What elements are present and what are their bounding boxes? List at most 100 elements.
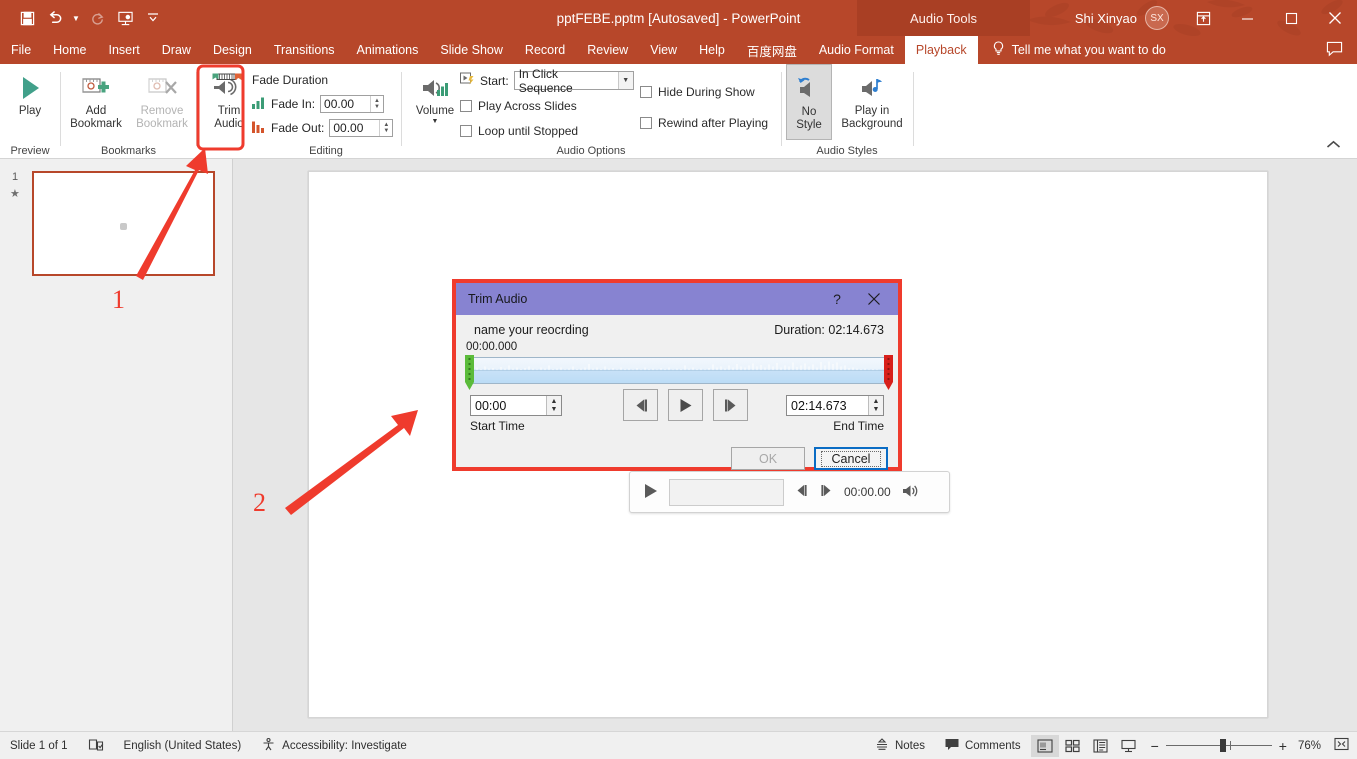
avatar[interactable]: SX xyxy=(1145,6,1169,30)
notes-button[interactable]: Notes xyxy=(865,732,935,759)
chevron-down-icon[interactable]: ▼ xyxy=(617,72,633,89)
tell-me-text[interactable]: Tell me what you want to do xyxy=(1012,43,1166,57)
transport-controls[interactable] xyxy=(623,389,748,421)
audio-progress-bar[interactable] xyxy=(669,478,784,506)
fade-in-stepper[interactable]: ▲▼ xyxy=(320,95,385,113)
trim-end-handle[interactable] xyxy=(884,355,893,390)
tab-animations[interactable]: Animations xyxy=(346,36,430,64)
save-icon[interactable] xyxy=(14,5,40,31)
step-forward-icon[interactable] xyxy=(819,484,834,500)
loop-until-stopped-checkbox[interactable]: Loop until Stopped xyxy=(460,124,578,138)
animation-marker-icon[interactable]: ★ xyxy=(10,187,20,200)
previous-frame-button[interactable] xyxy=(623,389,658,421)
comments-button[interactable]: Comments xyxy=(935,732,1031,759)
minimize-button[interactable] xyxy=(1225,0,1269,36)
tab-insert[interactable]: Insert xyxy=(98,36,151,64)
chevron-up-icon[interactable] xyxy=(1326,137,1341,152)
trim-start-handle[interactable] xyxy=(465,355,474,390)
play-in-background-button[interactable]: Play in Background xyxy=(834,64,910,131)
fade-out-stepper[interactable]: ▲▼ xyxy=(329,119,394,137)
undo-dropdown-icon[interactable]: ▼ xyxy=(70,5,82,31)
start-dropdown[interactable]: In Click Sequence ▼ xyxy=(513,67,634,95)
slide-indicator[interactable]: Slide 1 of 1 xyxy=(0,732,78,759)
checkbox-box[interactable] xyxy=(460,125,472,137)
view-buttons[interactable] xyxy=(1030,734,1143,757)
next-frame-button[interactable] xyxy=(713,389,748,421)
slide-thumbnail-pane[interactable]: 1 ★ xyxy=(0,159,233,731)
volume-button[interactable]: Volume ▼ xyxy=(407,64,463,125)
tab-review[interactable]: Review xyxy=(576,36,639,64)
quick-access-toolbar[interactable]: ▼ xyxy=(0,0,166,36)
comments-share-icon[interactable] xyxy=(1326,41,1343,60)
dialog-buttons[interactable]: OK Cancel xyxy=(731,447,888,470)
account-name[interactable]: Shi Xinyao xyxy=(1075,11,1137,26)
play-across-slides-checkbox[interactable]: Play Across Slides xyxy=(460,99,577,113)
audio-playback-control[interactable]: 00:00.00 xyxy=(629,471,950,513)
undo-icon[interactable] xyxy=(42,5,68,31)
tab-view[interactable]: View xyxy=(639,36,688,64)
tab-transitions[interactable]: Transitions xyxy=(263,36,346,64)
customize-qat-icon[interactable] xyxy=(140,5,166,31)
tab-playback[interactable]: Playback xyxy=(904,36,978,64)
play-button[interactable] xyxy=(668,389,703,421)
end-time-input[interactable] xyxy=(787,396,868,415)
start-time-input[interactable] xyxy=(471,396,546,415)
step-back-icon[interactable] xyxy=(794,484,809,500)
rewind-after-playing-checkbox[interactable]: Rewind after Playing xyxy=(640,116,768,130)
end-time-field[interactable]: ▲▼ xyxy=(786,395,884,416)
tab-file[interactable]: File xyxy=(0,36,42,64)
close-icon[interactable] xyxy=(858,283,890,315)
start-slideshow-icon[interactable] xyxy=(112,5,138,31)
redo-icon[interactable] xyxy=(84,5,110,31)
zoom-level[interactable]: 76% xyxy=(1298,740,1321,752)
zoom-slider[interactable]: − + 76% xyxy=(1143,737,1357,754)
tab-design[interactable]: Design xyxy=(202,36,263,64)
add-bookmark-button[interactable]: Add Bookmark xyxy=(65,64,127,131)
help-icon[interactable]: ? xyxy=(824,283,850,315)
ribbon-tab-bar[interactable]: File Home Insert Draw Design Transitions… xyxy=(0,36,1357,64)
volume-dropdown-icon[interactable]: ▼ xyxy=(432,118,439,125)
zoom-out-button[interactable]: − xyxy=(1151,738,1159,754)
accessibility-status[interactable]: Accessibility: Investigate xyxy=(251,732,417,759)
slideshow-button[interactable] xyxy=(1115,735,1143,757)
slide-sorter-button[interactable] xyxy=(1059,735,1087,757)
end-time-spin-arrows[interactable]: ▲ ▼ xyxy=(868,396,883,415)
fade-out-spin-arrows[interactable]: ▲ ▼ xyxy=(379,120,393,136)
tab-audio-format[interactable]: Audio Format xyxy=(808,36,905,64)
zoom-track[interactable] xyxy=(1165,739,1272,752)
tell-me-search[interactable]: Tell me what you want to do xyxy=(978,36,1166,64)
zoom-in-button[interactable]: + xyxy=(1279,738,1287,754)
play-icon[interactable] xyxy=(642,482,659,503)
normal-view-button[interactable] xyxy=(1030,734,1059,757)
reading-view-button[interactable] xyxy=(1087,735,1115,757)
tab-help[interactable]: Help xyxy=(688,36,736,64)
trim-audio-ribbon-button[interactable]: Trim Audio xyxy=(201,64,257,131)
fit-to-window-icon[interactable] xyxy=(1334,737,1349,754)
maximize-button[interactable] xyxy=(1269,0,1313,36)
trim-audio-dialog[interactable]: Trim Audio ? name your reocrding Duratio… xyxy=(452,279,902,471)
checkbox-box[interactable] xyxy=(460,100,472,112)
ribbon-display-options-icon[interactable] xyxy=(1181,0,1225,36)
no-style-button[interactable]: No Style xyxy=(786,64,832,140)
fade-in-spin-arrows[interactable]: ▲ ▼ xyxy=(370,96,384,112)
tab-baidu-netdisk[interactable]: 百度网盘 xyxy=(736,36,808,64)
spellcheck-icon[interactable] xyxy=(78,732,114,759)
language-indicator[interactable]: English (United States) xyxy=(114,732,252,759)
checkbox-box[interactable] xyxy=(640,117,652,129)
slide-thumbnail-1[interactable] xyxy=(32,171,215,276)
tab-record[interactable]: Record xyxy=(514,36,576,64)
audio-waveform[interactable] xyxy=(468,357,886,384)
start-time-spin-arrows[interactable]: ▲ ▼ xyxy=(546,396,561,415)
tab-home[interactable]: Home xyxy=(42,36,97,64)
fade-out-input[interactable] xyxy=(330,120,380,136)
fade-in-input[interactable] xyxy=(321,96,371,112)
close-button[interactable] xyxy=(1313,0,1357,36)
start-time-field[interactable]: ▲▼ xyxy=(470,395,562,416)
tab-draw[interactable]: Draw xyxy=(151,36,202,64)
zoom-thumb[interactable] xyxy=(1219,739,1226,752)
cancel-button[interactable]: Cancel xyxy=(814,447,888,470)
tab-slide-show[interactable]: Slide Show xyxy=(429,36,514,64)
play-button[interactable]: Play xyxy=(0,64,60,118)
checkbox-box[interactable] xyxy=(640,86,652,98)
hide-during-show-checkbox[interactable]: Hide During Show xyxy=(640,85,755,99)
